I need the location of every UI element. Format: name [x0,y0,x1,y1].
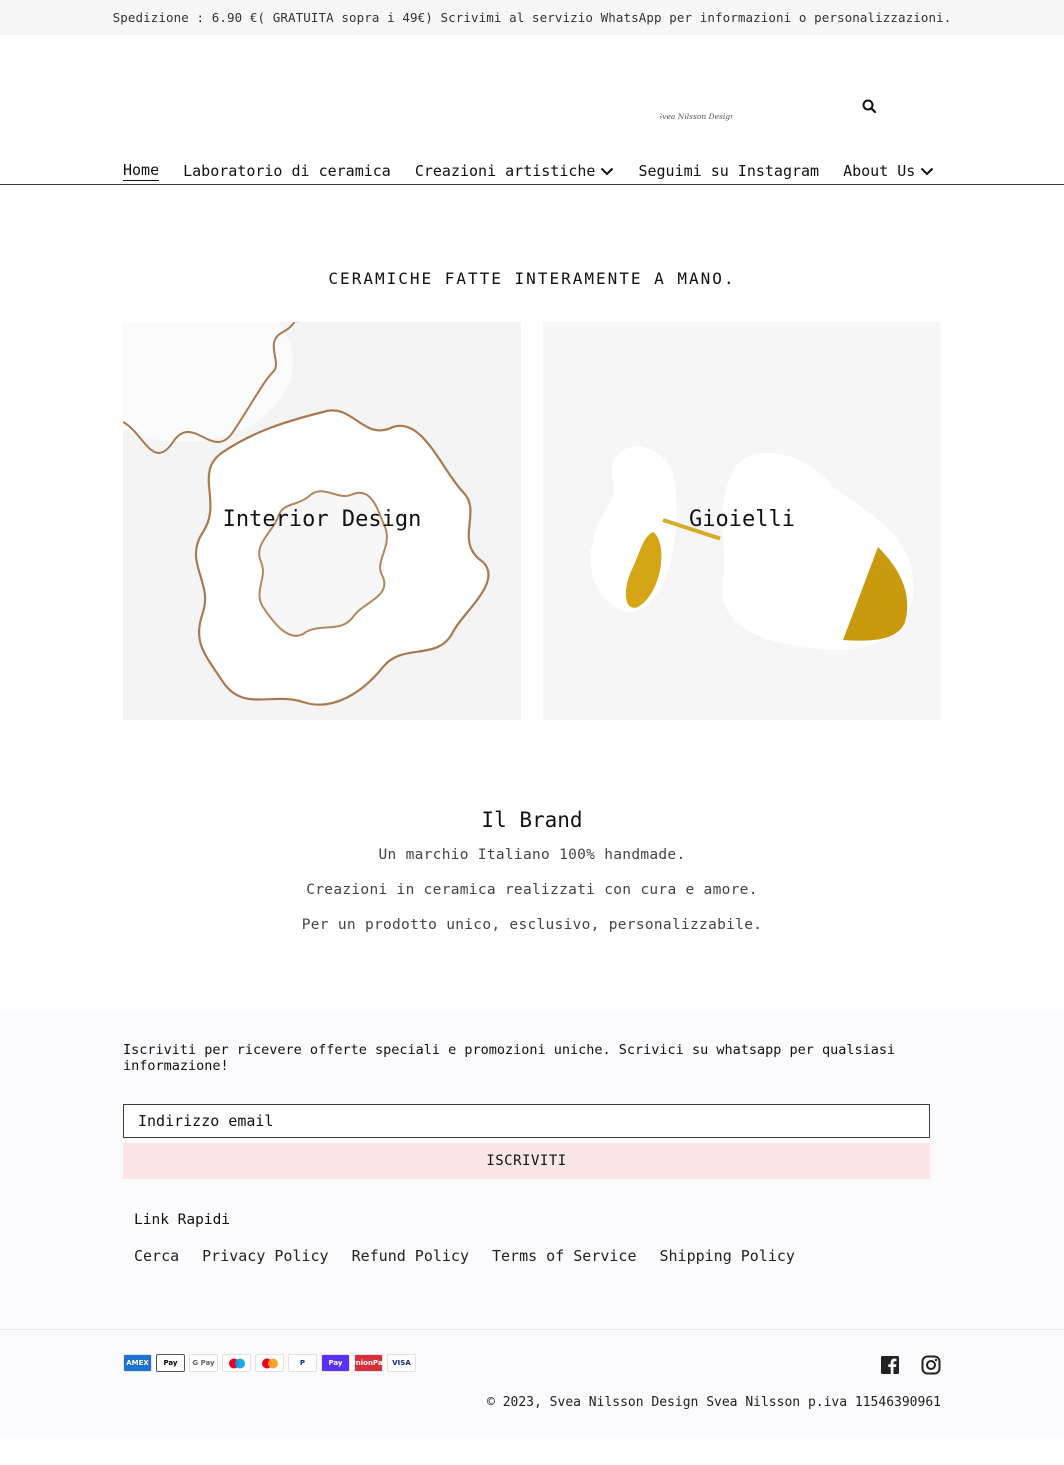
copyright: © 2023, Svea Nilsson Design Svea Nilsson… [487,1395,941,1410]
nav-item-laboratorio[interactable]: Laboratorio di ceramica [183,161,391,181]
footer-link-terms[interactable]: Terms of Service [492,1247,637,1265]
search-button[interactable] [860,97,880,117]
instagram-link[interactable] [921,1355,941,1375]
nav-item-about[interactable]: About Us [843,161,934,181]
nav-label: Home [123,161,160,181]
maestro-icon [222,1354,251,1372]
apple-pay-icon: Pay [156,1354,185,1372]
nav-item-home[interactable]: Home [123,161,160,181]
footer-link-refund[interactable]: Refund Policy [352,1247,469,1265]
footer-link-cerca[interactable]: Cerca [134,1247,179,1265]
brand-line: Un marchio Italiano 100% handmade. [378,847,686,863]
union-pay-icon: UnionPay [350,1354,387,1372]
brand-title: Il Brand [481,808,583,832]
main-nav: Home Laboratorio di ceramica Creazioni a… [123,161,958,181]
search-icon [862,99,877,114]
chevron-down-icon [921,167,934,176]
collection-title: Gioielli [689,507,795,532]
brand-section: Il Brand Un marchio Italiano 100% handma… [0,808,1064,933]
tagline: CERAMICHE FATTE INTERAMENTE A MANO. [328,269,736,288]
collection-card-interior-design[interactable]: Interior Design [123,322,521,720]
nav-label: Creazioni artistiche [414,162,596,180]
footer-link-privacy[interactable]: Privacy Policy [202,1247,328,1265]
main-content: CERAMICHE FATTE INTERAMENTE A MANO. Inte… [0,269,1064,933]
mastercard-icon [255,1354,284,1372]
announcement-bar: Spedizione : 6.90 €( GRATUITA sopra i 49… [0,0,1064,35]
social-links [880,1355,941,1375]
footer-bottom: AMEX Pay G Pay P Pay UnionPay VISA © 2023, Sve… [0,1329,1064,1439]
facebook-link[interactable] [880,1355,900,1375]
chevron-down-icon [601,167,614,176]
announcement-text: Spedizione : 6.90 €( GRATUITA sopra i 49… [112,10,952,25]
facebook-icon [881,1356,899,1374]
footer-link-shipping[interactable]: Shipping Policy [660,1247,795,1265]
shop-pay-icon: Pay [321,1354,350,1372]
payment-icons: AMEX Pay G Pay P Pay UnionPay VISA [123,1354,416,1372]
brand-line: Creazioni in ceramica realizzati con cur… [306,882,758,898]
visa-icon: VISA [387,1354,416,1372]
quick-links: Cerca Privacy Policy Refund Policy Terms… [134,1247,1064,1329]
amex-icon: AMEX [123,1354,152,1372]
site-header: Svea Nilsson Design Home Laboratorio di … [0,35,1064,185]
nav-item-instagram[interactable]: Seguimi su Instagram [638,161,819,181]
nav-item-creazioni[interactable]: Creazioni artistiche [415,161,615,181]
brand-line: Per un prodotto unico, esclusivo, person… [301,917,763,933]
svg-text:Svea Nilsson Design: Svea Nilsson Design [660,112,732,121]
quick-links-title: Link Rapidi [134,1212,231,1228]
nav-label: Seguimi su Instagram [638,162,820,180]
nav-label: About Us [843,162,916,180]
nav-label: Laboratorio di ceramica [183,162,391,180]
logo[interactable]: Svea Nilsson Design [657,105,735,125]
email-field[interactable] [123,1104,930,1138]
newsletter-text: Iscriviti per ricevere offerte speciali … [123,1042,896,1074]
collection-title: Interior Design [222,507,422,532]
google-pay-icon: G Pay [189,1354,218,1372]
paypal-icon: P [288,1354,317,1372]
site-footer: Iscriviti per ricevere offerte speciali … [0,1009,1064,1439]
collection-card-gioielli[interactable]: Gioielli [543,322,941,720]
collection-grid: Interior Design Gioielli [123,322,1064,720]
logo-script: Svea Nilsson Design [657,112,735,121]
subscribe-button[interactable]: ISCRIVITI [123,1143,930,1179]
instagram-icon [921,1355,941,1375]
